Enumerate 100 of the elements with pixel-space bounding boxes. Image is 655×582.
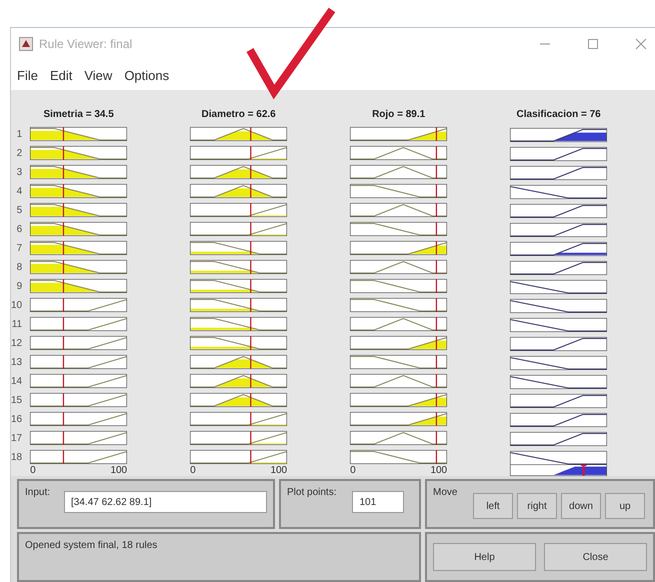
axis-label: 0 xyxy=(190,464,196,476)
cursor-line[interactable] xyxy=(250,202,252,217)
rule-number: 1 xyxy=(16,128,22,142)
axis-label: 100 xyxy=(110,464,128,476)
cursor-line[interactable] xyxy=(63,336,64,350)
cursor-line[interactable] xyxy=(436,336,438,350)
app-icon xyxy=(19,37,33,51)
cursor-line[interactable] xyxy=(250,278,252,293)
dialog-button[interactable]: Close xyxy=(544,543,647,571)
cursor-line[interactable] xyxy=(63,374,64,388)
cursor-line[interactable] xyxy=(63,450,64,464)
variable-label: Clasificacion = 76 xyxy=(516,108,602,122)
cursor-line[interactable] xyxy=(63,430,64,445)
cursor-line[interactable] xyxy=(436,146,438,160)
rule-number: 3 xyxy=(16,166,22,180)
cursor-line[interactable] xyxy=(63,278,64,293)
cursor-line[interactable] xyxy=(250,146,252,160)
cursor-line[interactable] xyxy=(250,316,252,331)
move-button[interactable]: down xyxy=(561,493,601,519)
input-label: Input: xyxy=(25,487,50,498)
move-button[interactable]: up xyxy=(605,493,645,519)
cursor-line[interactable] xyxy=(250,450,252,464)
dialog-button[interactable]: Help xyxy=(433,543,536,571)
cursor-line[interactable] xyxy=(436,374,438,388)
rule-number: 5 xyxy=(16,204,22,218)
cursor-line[interactable] xyxy=(436,412,438,426)
cursor-line[interactable] xyxy=(63,222,64,236)
cursor-line[interactable] xyxy=(436,164,438,179)
window-title: Rule Viewer: final xyxy=(39,37,132,51)
cursor-line[interactable] xyxy=(63,354,64,369)
menu-item[interactable]: File xyxy=(17,68,38,82)
rule-number: 18 xyxy=(11,451,22,465)
cursor-line[interactable] xyxy=(63,146,64,160)
cursor-line[interactable] xyxy=(250,240,252,255)
cursor-line[interactable] xyxy=(436,126,438,141)
rule-number: 16 xyxy=(11,413,22,427)
cursor-line[interactable] xyxy=(63,392,64,407)
cursor-line[interactable] xyxy=(436,430,438,445)
cursor-line[interactable] xyxy=(436,354,438,369)
rule-number: 12 xyxy=(11,337,22,351)
cursor-line[interactable] xyxy=(250,374,252,388)
status-text: Opened system final, 18 rules xyxy=(25,540,158,551)
cursor-line[interactable] xyxy=(250,336,252,350)
cursor-line[interactable] xyxy=(436,240,438,255)
cursor-line[interactable] xyxy=(436,316,438,331)
cursor-line[interactable] xyxy=(250,222,252,236)
cursor-line[interactable] xyxy=(63,184,64,198)
rule-number: 6 xyxy=(16,223,22,237)
cursor-line[interactable] xyxy=(436,184,438,198)
cursor-line[interactable] xyxy=(63,202,64,217)
menu-item[interactable]: Edit xyxy=(50,68,72,82)
cursor-line[interactable] xyxy=(63,126,64,141)
rule-number: 2 xyxy=(16,147,22,161)
cursor-line[interactable] xyxy=(250,354,252,369)
cursor-line[interactable] xyxy=(250,260,252,274)
cursor-line[interactable] xyxy=(436,202,438,217)
cursor-line[interactable] xyxy=(250,298,252,312)
variable-label: Rojo = 89.1 xyxy=(371,108,426,122)
move-label: Move xyxy=(433,487,458,498)
cursor-line[interactable] xyxy=(63,412,64,426)
plot-points-field[interactable]: 101 xyxy=(352,491,404,513)
cursor-line[interactable] xyxy=(436,278,438,293)
cursor-line[interactable] xyxy=(250,184,252,198)
cursor-line[interactable] xyxy=(250,430,252,445)
rule-number: 4 xyxy=(16,185,22,199)
menu-item[interactable]: View xyxy=(84,68,112,82)
cursor-line[interactable] xyxy=(250,412,252,426)
variable-label: Simetria = 34.5 xyxy=(42,108,115,122)
move-button[interactable]: right xyxy=(517,493,557,519)
rule-number: 9 xyxy=(16,280,22,294)
move-button[interactable]: left xyxy=(473,493,513,519)
cursor-line[interactable] xyxy=(250,164,252,179)
rule-number: 14 xyxy=(11,375,22,389)
plot-points-label: Plot points: xyxy=(287,487,336,498)
cursor-line[interactable] xyxy=(436,260,438,274)
rule-number: 7 xyxy=(16,242,22,256)
cursor-line[interactable] xyxy=(63,260,64,274)
menu-item[interactable]: Options xyxy=(124,68,170,82)
cursor-line[interactable] xyxy=(436,298,438,312)
input-field[interactable]: [34.47 62.62 89.1] xyxy=(64,491,267,513)
cursor-line[interactable] xyxy=(63,316,64,331)
rule-number: 11 xyxy=(12,318,22,332)
close-icon[interactable] xyxy=(635,38,647,50)
axis-label: 100 xyxy=(270,464,288,476)
axis-label: 0 xyxy=(350,464,356,476)
rule-number: 8 xyxy=(16,261,22,275)
cursor-line[interactable] xyxy=(63,164,64,179)
axis-label: 0 xyxy=(30,464,36,476)
rule-number: 15 xyxy=(11,394,22,408)
cursor-line[interactable] xyxy=(250,126,252,141)
cursor-line[interactable] xyxy=(63,298,64,312)
cursor-line[interactable] xyxy=(436,222,438,236)
maximize-icon[interactable] xyxy=(587,38,599,50)
cursor-line[interactable] xyxy=(63,240,64,255)
cursor-line[interactable] xyxy=(436,450,438,464)
axis-label: 100 xyxy=(430,464,448,476)
checkmark-icon xyxy=(246,6,336,101)
cursor-line[interactable] xyxy=(436,392,438,407)
cursor-line[interactable] xyxy=(250,392,252,407)
rule-number: 13 xyxy=(11,356,22,370)
